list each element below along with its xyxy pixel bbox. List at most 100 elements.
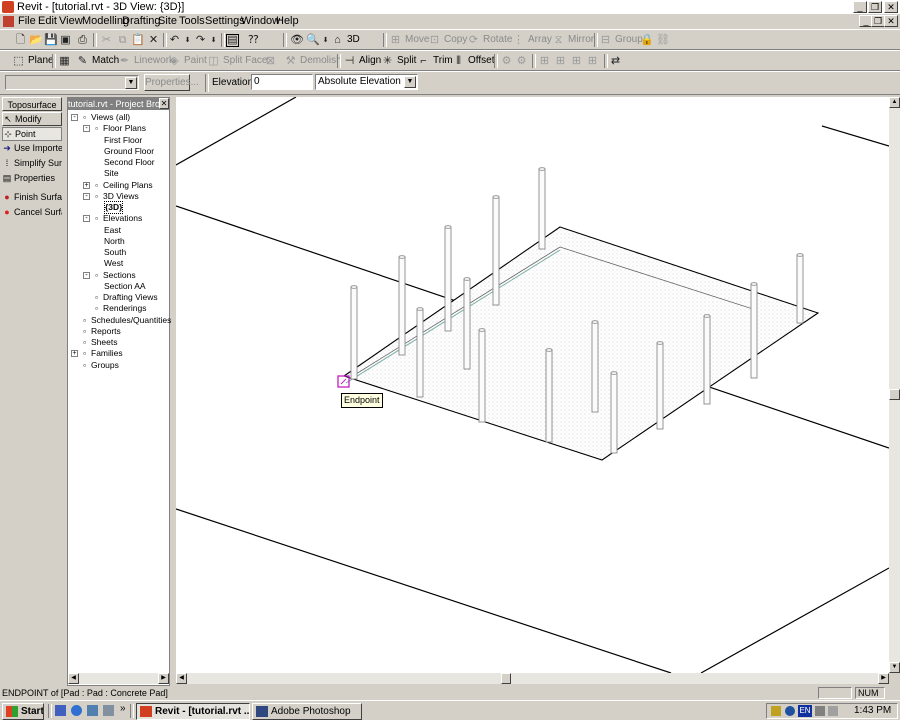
tree-item[interactable]: West — [95, 258, 123, 269]
tree-item[interactable]: - ▫ Floor Plans — [83, 123, 146, 134]
tree-item[interactable]: - ▫ Elevations — [83, 213, 142, 224]
design-bar-item-point[interactable]: ⊹ Point — [2, 127, 62, 141]
task-photoshop[interactable]: Adobe Photoshop — [252, 703, 362, 720]
open-button[interactable]: 📂 — [29, 30, 43, 50]
tree-item[interactable]: Ground Floor — [95, 146, 154, 157]
viewport-vscrollbar[interactable]: ▲ ▼ — [889, 97, 900, 673]
tree-item[interactable]: ▫ Schedules/Quantities — [71, 315, 171, 326]
tray-pen-icon[interactable] — [771, 706, 781, 716]
design-bar-item-modify[interactable]: ↖ Modify — [2, 112, 62, 126]
drawing-viewport[interactable]: Endpoint — [175, 96, 890, 674]
document-icon[interactable] — [3, 16, 14, 27]
redo-dropdown[interactable]: ⬇ — [207, 30, 220, 50]
quicklaunch-more-icon[interactable]: » — [120, 703, 126, 714]
design-bar-item-simplify-surface[interactable]: ⁞ Simplify Surface — [2, 156, 62, 170]
tree-item[interactable]: Site — [95, 168, 119, 179]
undo-button[interactable]: ↶ — [168, 30, 181, 50]
tool-d-button[interactable]: ⊞ — [554, 51, 567, 71]
tree-item[interactable]: - ▫ Views (all) — [71, 112, 130, 123]
paste-button[interactable]: 📋 — [131, 30, 145, 50]
offset-button[interactable]: ⫴ Offset — [452, 51, 494, 71]
column[interactable] — [750, 283, 758, 379]
restore-button[interactable]: ❐ — [868, 1, 882, 13]
rotate-button[interactable]: ⟳ Rotate — [467, 30, 513, 50]
new-button[interactable]: 🗋 — [14, 30, 27, 50]
start-button[interactable]: Start — [2, 703, 44, 720]
toggle-design-bar-button[interactable]: ▤ — [226, 30, 239, 50]
task-revit[interactable]: Revit - [tutorial.rvt ... — [136, 703, 250, 720]
tray-globe-icon[interactable] — [785, 706, 795, 716]
column[interactable] — [463, 278, 471, 370]
demolish-button[interactable]: ⚒ Demolish — [284, 51, 342, 71]
tree-item[interactable]: ▫ Reports — [71, 326, 121, 337]
tree-item[interactable]: ▫ Renderings — [83, 303, 146, 314]
save-all-button[interactable]: ▣ — [59, 30, 72, 50]
linework-button[interactable]: ✒ Linework — [118, 51, 174, 71]
tree-item[interactable]: East — [95, 225, 121, 236]
visibility-button[interactable]: 👁 — [290, 30, 304, 50]
menu-help[interactable]: Help — [276, 14, 299, 29]
tool-e-button[interactable]: ⊞ — [570, 51, 583, 71]
minimize-button[interactable]: _ — [853, 1, 867, 13]
plane-button[interactable]: ⬚ Plane — [12, 51, 53, 71]
default-3d-view-button[interactable]: ⌂ 3D — [331, 30, 360, 50]
menu-file[interactable]: File — [18, 14, 36, 29]
concrete-pad[interactable] — [342, 226, 820, 461]
collapse-toggle-icon[interactable]: - — [83, 271, 90, 279]
column[interactable] — [444, 226, 452, 332]
menu-view[interactable]: View — [59, 14, 83, 29]
design-bar-item-properties[interactable]: ▤ Properties — [2, 171, 62, 185]
paint-button[interactable]: ◈ Paint — [168, 51, 207, 71]
column[interactable] — [398, 256, 406, 356]
collapse-toggle-icon[interactable]: - — [83, 192, 90, 200]
tool-f-button[interactable]: ⊞ — [586, 51, 599, 71]
unlock-button[interactable]: ⛓ — [656, 30, 670, 50]
array-button[interactable]: ⋮ Array — [512, 30, 552, 50]
copy-button[interactable]: ⧉ — [116, 30, 129, 50]
tree-item[interactable]: ▫ Sheets — [71, 337, 117, 348]
tree-item[interactable]: - ▫ Sections — [83, 270, 136, 281]
design-bar-tab-toposurface[interactable]: Toposurface — [2, 97, 62, 111]
group-button[interactable]: ⊟ Group — [599, 30, 643, 50]
scroll-up-arrow-icon[interactable]: ▲ — [889, 97, 900, 108]
tree-item[interactable]: + ▫ Ceiling Plans — [83, 180, 153, 191]
print-button[interactable]: ⎙ — [76, 30, 89, 50]
3d-view-canvas[interactable] — [175, 96, 890, 674]
elevation-input[interactable]: 0 — [251, 74, 313, 90]
doc-restore-button[interactable]: ❐ — [871, 15, 885, 27]
vscroll-thumb[interactable] — [889, 389, 900, 400]
viewport-hscrollbar[interactable]: ◀ ▶ — [176, 673, 889, 684]
elevation-mode-select[interactable]: Absolute Elevation ▼ — [315, 74, 418, 90]
quicklaunch-ie-icon[interactable] — [71, 705, 82, 716]
column[interactable] — [591, 321, 599, 413]
tray-speaker-icon[interactable] — [828, 706, 838, 716]
close-button[interactable]: ✕ — [884, 1, 898, 13]
zoom-button[interactable]: 🔍 — [306, 30, 320, 50]
trim-button[interactable]: ⌐ Trim — [417, 51, 452, 71]
hscroll-thumb[interactable] — [501, 673, 511, 684]
column[interactable] — [656, 342, 664, 430]
tree-item[interactable]: {3D} — [95, 201, 124, 215]
undo-dropdown[interactable]: ⬇ — [181, 30, 194, 50]
collapse-toggle-icon[interactable]: - — [83, 125, 90, 133]
column[interactable] — [492, 196, 500, 306]
tree-item[interactable]: ▫ Drafting Views — [83, 292, 158, 303]
tree-item[interactable]: North — [95, 236, 125, 247]
collapse-toggle-icon[interactable]: - — [71, 114, 78, 122]
menu-site[interactable]: Site — [158, 14, 177, 29]
cut-geometry-button[interactable]: ⊠ — [264, 51, 277, 71]
design-bar-item-cancel-surface[interactable]: ● Cancel Surface — [2, 205, 62, 219]
tree-item[interactable]: Section AA — [95, 281, 146, 292]
scroll-down-arrow-icon[interactable]: ▼ — [889, 662, 900, 673]
column[interactable] — [703, 315, 711, 405]
project-browser-close-button[interactable]: ✕ — [159, 98, 169, 109]
column[interactable] — [350, 286, 358, 380]
chevron-down-icon[interactable]: ▼ — [125, 77, 137, 89]
mirror-button[interactable]: ⧖ Mirror — [552, 30, 594, 50]
tree-item[interactable]: ▫ Groups — [71, 360, 119, 371]
expand-toggle-icon[interactable]: + — [83, 181, 90, 189]
language-indicator[interactable]: EN — [798, 705, 812, 717]
browser-hscrollbar[interactable]: ◀ ▶ — [68, 673, 169, 684]
quicklaunch-desktop-icon[interactable] — [55, 705, 66, 716]
quicklaunch-outlook-icon[interactable] — [87, 705, 98, 716]
